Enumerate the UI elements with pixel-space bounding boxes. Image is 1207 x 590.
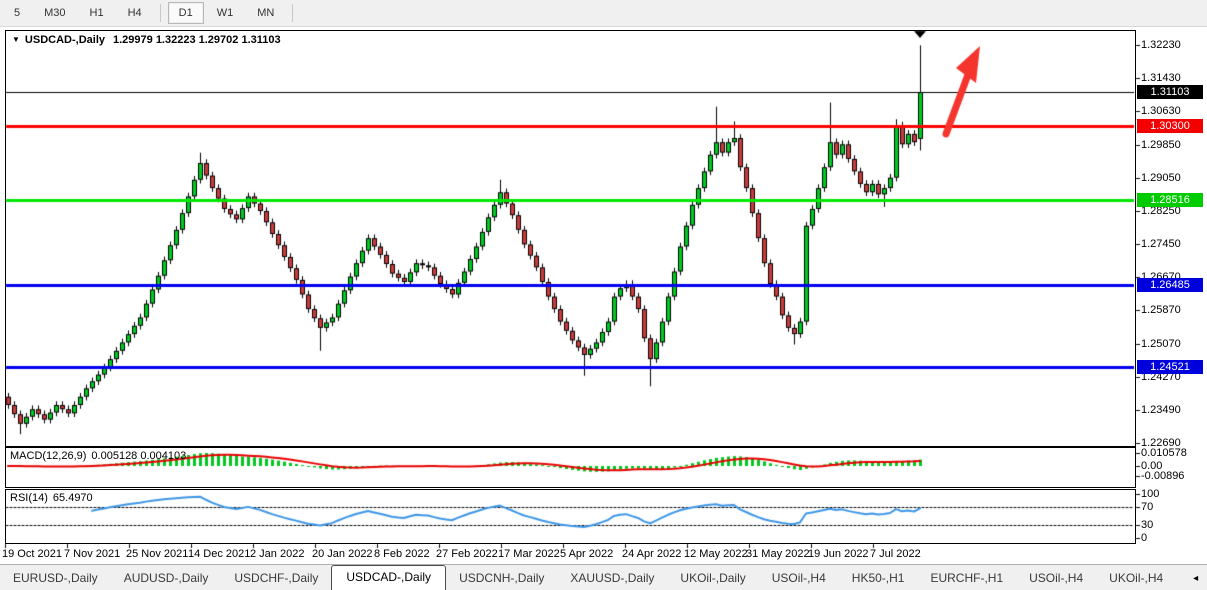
tab-ukoil-h4[interactable]: UKOil-,H4 (1096, 567, 1176, 590)
price-badge-resistance-line-red: 1.30300 (1137, 119, 1203, 133)
price-axis-label: 1.25070 (1141, 338, 1205, 350)
price-badge-support-line-green: 1.28516 (1137, 193, 1203, 207)
price-axis-label: 1.25870 (1141, 304, 1205, 316)
macd-axis-label: 0.010578 (1141, 447, 1205, 459)
rsi-value: 65.4970 (53, 492, 93, 504)
date-axis-label: 24 Apr 2022 (622, 548, 681, 560)
timeframe-button-m30[interactable]: M30 (33, 2, 76, 24)
rsi-axis-label: 70 (1141, 501, 1205, 513)
macd-axis-label: -0.00896 (1141, 470, 1205, 482)
date-axis-label: 19 Oct 2021 (2, 548, 62, 560)
rsi-label: RSI(14) 65.4970 (10, 492, 93, 504)
price-axis-label: 1.27450 (1141, 238, 1205, 250)
tab-usdcnh-daily[interactable]: USDCNH-,Daily (446, 567, 557, 590)
date-axis-label: 27 Feb 2022 (436, 548, 498, 560)
date-axis-label: 7 Nov 2021 (64, 548, 120, 560)
price-badge-current-price-line: 1.31103 (1137, 85, 1203, 99)
date-axis-label: 7 Jul 2022 (870, 548, 921, 560)
price-badge-support-line-blue-2: 1.24521 (1137, 360, 1203, 374)
date-axis-label: 8 Feb 2022 (374, 548, 430, 560)
tab-hk50-h1[interactable]: HK50-,H1 (839, 567, 918, 590)
tab-eurusd-daily[interactable]: EURUSD-,Daily (0, 567, 111, 590)
macd-values: 0.005128 0.004103 (91, 450, 186, 462)
symbol-dropdown-icon[interactable]: ▼ (12, 35, 20, 44)
price-axis-label: 1.30630 (1141, 105, 1205, 117)
date-axis-label: 12 May 2022 (684, 548, 748, 560)
date-axis-label: 31 May 2022 (746, 548, 810, 560)
price-badge-support-line-blue-1: 1.26485 (1137, 278, 1203, 292)
timeframe-button-5[interactable]: 5 (3, 2, 31, 24)
price-axis-label: 1.29050 (1141, 172, 1205, 184)
price-axis-label: 1.23490 (1141, 404, 1205, 416)
date-axis-label: 25 Nov 2021 (126, 548, 188, 560)
tab-eurchf-h1[interactable]: EURCHF-,H1 (917, 567, 1016, 590)
macd-label: MACD(12,26,9) 0.005128 0.004103 (10, 450, 186, 462)
tab-usoil-h4[interactable]: USOil-,H4 (1016, 567, 1096, 590)
ohlc-values: 1.29979 1.32223 1.29702 1.31103 (113, 34, 281, 46)
rsi-axis-label: 0 (1141, 532, 1205, 544)
date-axis-label: 20 Jan 2022 (312, 548, 373, 560)
toolbar-separator (160, 4, 161, 22)
timeframe-toolbar: 5M30H1H4 D1W1MN (0, 0, 1207, 27)
macd-name: MACD(12,26,9) (10, 450, 86, 462)
rsi-axis-label: 100 (1141, 488, 1205, 500)
tab-usdchf-daily[interactable]: USDCHF-,Daily (221, 567, 331, 590)
tab-usoil-h4[interactable]: USOil-,H4 (759, 567, 839, 590)
rsi-name: RSI(14) (10, 492, 48, 504)
timeframe-button-mn[interactable]: MN (246, 2, 285, 24)
date-axis-label: 19 Jun 2022 (808, 548, 869, 560)
tab-audusd-daily[interactable]: AUDUSD-,Daily (111, 567, 222, 590)
date-axis-label: 5 Apr 2022 (560, 548, 613, 560)
timeframe-button-h1[interactable]: H1 (79, 2, 115, 24)
date-axis-label: 2 Jan 2022 (250, 548, 304, 560)
main-chart-panel[interactable] (5, 30, 1136, 447)
tab-scroll-left-icon[interactable]: ◂ (1186, 568, 1205, 590)
toolbar-separator (292, 4, 293, 22)
date-axis-label: 14 Dec 2021 (188, 548, 250, 560)
rsi-axis-label: 30 (1141, 519, 1205, 531)
timeframe-button-h4[interactable]: H4 (117, 2, 153, 24)
symbol-tab-bar: EURUSD-,DailyAUDUSD-,DailyUSDCHF-,DailyU… (0, 564, 1207, 590)
price-axis-label: 1.32230 (1141, 39, 1205, 51)
rsi-indicator-panel[interactable] (5, 489, 1136, 544)
price-axis-label: 1.31430 (1141, 72, 1205, 84)
chart-title: ▼ USDCAD-,Daily 1.29979 1.32223 1.29702 1.… (12, 34, 281, 46)
price-axis-label: 1.29850 (1141, 139, 1205, 151)
tab-usdcad-daily[interactable]: USDCAD-,Daily (331, 565, 446, 590)
timeframe-button-w1[interactable]: W1 (206, 2, 245, 24)
timeframe-button-d1[interactable]: D1 (168, 2, 204, 24)
tab-ukoil-daily[interactable]: UKOil-,Daily (667, 567, 758, 590)
symbol-name: USDCAD-,Daily (25, 34, 105, 46)
date-axis-label: 17 Mar 2022 (498, 548, 560, 560)
tab-xauusd-daily[interactable]: XAUUSD-,Daily (557, 567, 667, 590)
